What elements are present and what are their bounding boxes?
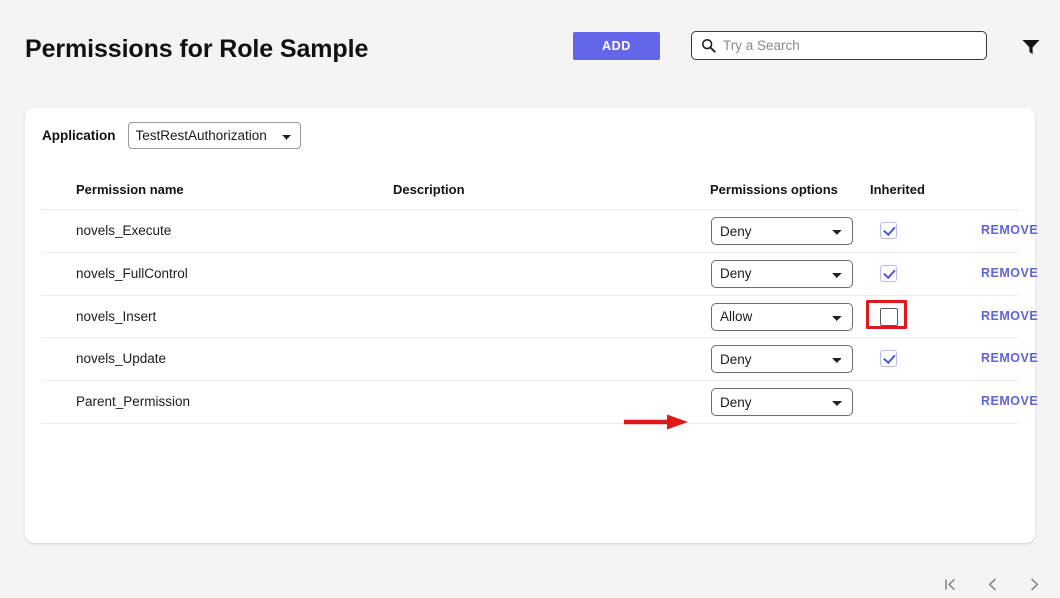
application-label: Application bbox=[42, 128, 116, 143]
permission-name-cell: Parent_Permission bbox=[76, 394, 191, 410]
table-row: novels_Insert AllowDeny REMOVE bbox=[41, 296, 1038, 339]
pagination-next-button[interactable] bbox=[1021, 571, 1047, 597]
column-header-description: Description bbox=[393, 182, 465, 197]
application-filter: Application TestRestAuthorization bbox=[42, 122, 301, 149]
table-row: novels_Execute AllowDeny REMOVE bbox=[41, 210, 1038, 253]
permission-option-select[interactable]: AllowDeny bbox=[711, 388, 853, 417]
search-icon bbox=[701, 38, 716, 53]
pagination-first-button[interactable] bbox=[937, 571, 963, 597]
remove-link[interactable]: REMOVE bbox=[981, 223, 1038, 237]
table-row: novels_Update AllowDeny REMOVE bbox=[41, 338, 1038, 382]
permission-name-cell: novels_Update bbox=[76, 351, 167, 367]
permission-option-select[interactable]: AllowDeny bbox=[711, 302, 853, 331]
inherited-checkbox[interactable] bbox=[880, 222, 897, 239]
column-header-permissions-options: Permissions options bbox=[710, 182, 838, 197]
permission-name-cell: novels_Execute bbox=[76, 223, 172, 238]
permission-name-cell: novels_FullControl bbox=[76, 265, 188, 281]
chevron-right-icon bbox=[1030, 578, 1038, 590]
column-header-inherited: Inherited bbox=[870, 182, 925, 197]
table-row: novels_FullControl AllowDeny REMOVE bbox=[41, 253, 1038, 296]
permission-option-select[interactable]: AllowDeny bbox=[711, 345, 853, 374]
table-row: Parent_Permission AllowDeny REMOVE bbox=[41, 381, 1038, 424]
add-button[interactable]: ADD bbox=[573, 32, 660, 60]
filter-funnel-icon[interactable] bbox=[1021, 38, 1041, 56]
table-body: novels_ExecuteAllowDenyREMOVEnovels_Full… bbox=[41, 210, 1038, 424]
permission-option-select[interactable]: AllowDeny bbox=[711, 259, 853, 288]
inherited-checkbox-cell bbox=[877, 347, 901, 371]
remove-link[interactable]: REMOVE bbox=[981, 266, 1038, 280]
inherited-checkbox-cell bbox=[866, 299, 907, 329]
inherited-checkbox[interactable] bbox=[880, 350, 897, 368]
remove-link[interactable]: REMOVE bbox=[981, 309, 1038, 323]
permissions-card: Application TestRestAuthorization Permis… bbox=[25, 108, 1038, 590]
column-header-permission-name: Permission name bbox=[76, 182, 184, 197]
remove-link[interactable]: REMOVE bbox=[981, 351, 1038, 365]
page-header: Permissions for Role Sample ADD bbox=[0, 0, 1060, 92]
pagination-prev-button[interactable] bbox=[979, 571, 1005, 597]
first-page-icon bbox=[944, 578, 955, 590]
page-title: Permissions for Role Sample bbox=[25, 35, 369, 63]
permissions-table: Permission name Description Permissions … bbox=[41, 182, 1038, 424]
table-header-row: Permission name Description Permissions … bbox=[41, 182, 1019, 210]
application-select[interactable]: TestRestAuthorization bbox=[127, 122, 301, 149]
remove-link[interactable]: REMOVE bbox=[981, 394, 1038, 408]
inherited-checkbox[interactable] bbox=[880, 307, 898, 326]
pagination-controls bbox=[937, 570, 1047, 598]
search-input[interactable] bbox=[723, 32, 978, 59]
permission-name-cell: novels_Insert bbox=[76, 308, 157, 324]
permission-option-select[interactable]: AllowDeny bbox=[711, 217, 853, 245]
inherited-checkbox-cell bbox=[877, 262, 901, 286]
chevron-left-icon bbox=[988, 578, 996, 590]
inherited-checkbox-cell bbox=[877, 219, 901, 243]
search-box[interactable] bbox=[691, 31, 987, 60]
inherited-checkbox[interactable] bbox=[880, 264, 897, 282]
